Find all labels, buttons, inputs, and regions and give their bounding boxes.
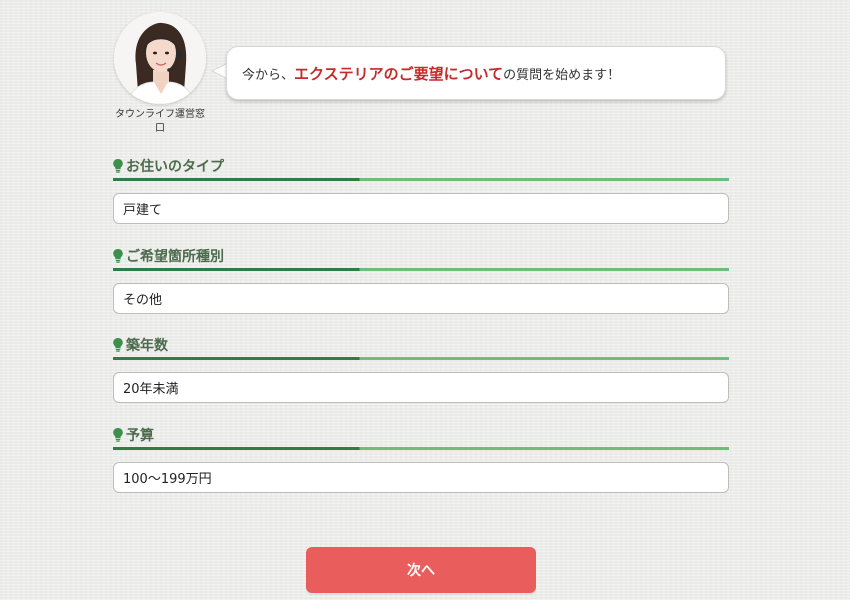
next-button-label: 次へ — [407, 563, 435, 579]
question-label: お住いのタイプ — [126, 159, 224, 175]
lightbulb-icon — [113, 249, 123, 263]
answer-value: 戸建て — [123, 203, 163, 218]
question-title: ご希望箇所種別 — [113, 244, 729, 268]
section-divider — [113, 357, 729, 360]
answer-field[interactable]: その他 — [113, 283, 729, 314]
lightbulb-icon — [113, 338, 123, 352]
question-title: 予算 — [113, 423, 729, 447]
answer-value: 20年未満 — [123, 382, 179, 397]
answer-value: 100〜199万円 — [123, 472, 212, 487]
question-title: お住いのタイプ — [113, 154, 729, 178]
question-title: 築年数 — [113, 333, 729, 357]
question-budget: 予算 100〜199万円 — [113, 423, 729, 493]
question-building-age: 築年数 20年未満 — [113, 333, 729, 403]
lightbulb-icon — [113, 428, 123, 442]
intro-speech-bubble: 今から、 エクステリアのご要望について の質問を始めます！ — [226, 46, 726, 100]
answer-field[interactable]: 戸建て — [113, 193, 729, 224]
section-divider — [113, 447, 729, 450]
next-button[interactable]: 次へ — [306, 547, 536, 593]
question-housing-type: お住いのタイプ 戸建て — [113, 154, 729, 224]
answer-field[interactable]: 100〜199万円 — [113, 462, 729, 493]
question-desired-area: ご希望箇所種別 その他 — [113, 244, 729, 314]
question-label: 予算 — [126, 428, 154, 444]
section-divider — [113, 268, 729, 271]
intro-highlight: エクステリアのご要望について — [294, 64, 504, 83]
operator-avatar — [114, 12, 206, 104]
operator-name: タウンライフ運営窓口 — [115, 109, 205, 134]
question-label: ご希望箇所種別 — [126, 249, 224, 265]
intro-suffix: の質問を始めます！ — [503, 67, 621, 83]
answer-field[interactable]: 20年未満 — [113, 372, 729, 403]
answer-value: その他 — [123, 293, 163, 308]
lightbulb-icon — [113, 159, 123, 173]
section-divider — [113, 178, 729, 181]
intro-prefix: 今から、 — [242, 67, 295, 83]
question-label: 築年数 — [126, 338, 168, 354]
